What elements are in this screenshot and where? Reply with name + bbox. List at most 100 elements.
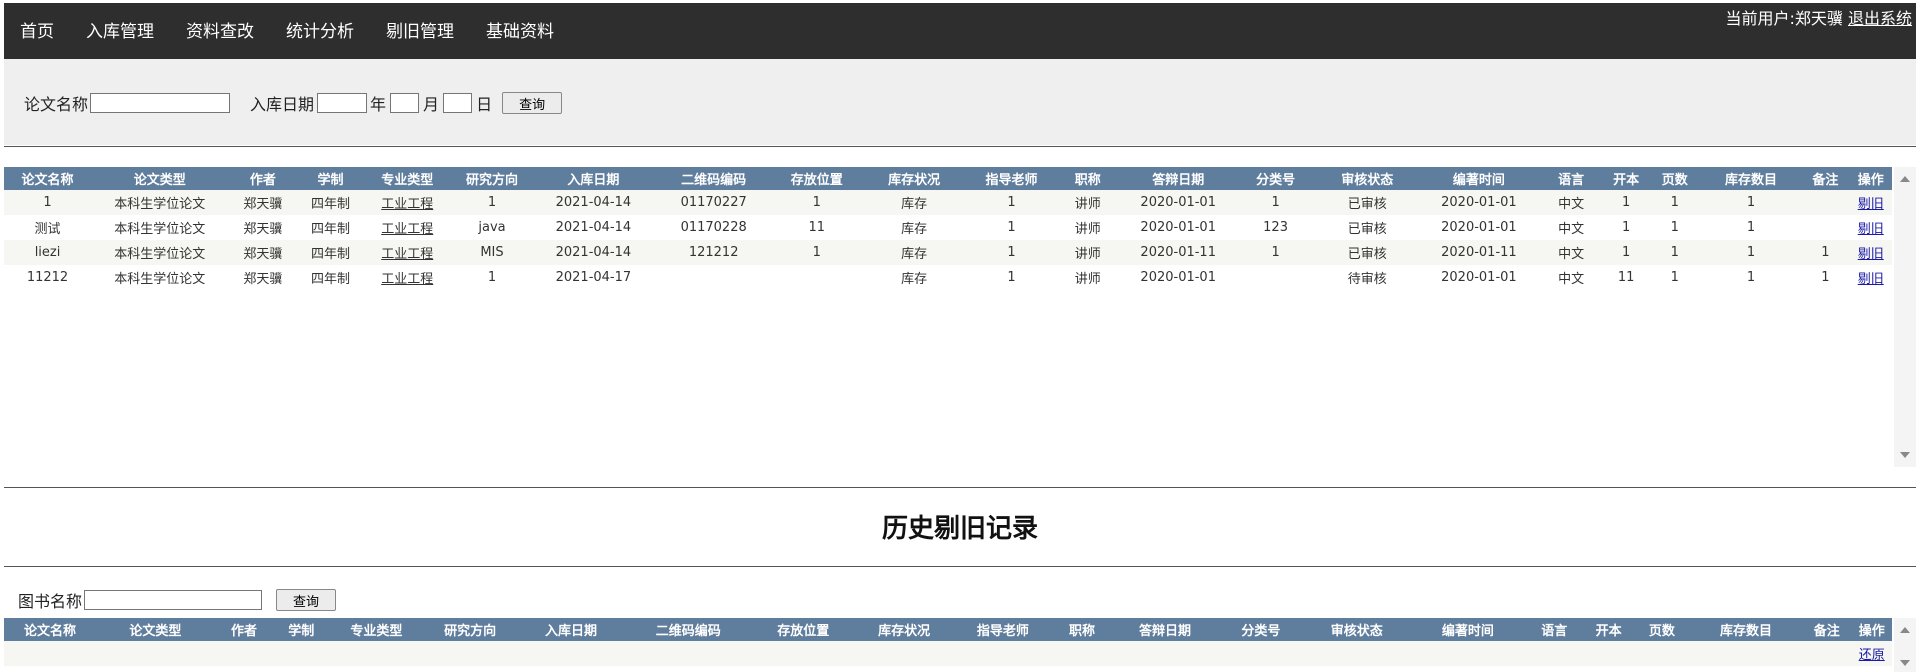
- scroll-up-icon[interactable]: [1900, 627, 1910, 633]
- table-cell: 1: [4, 190, 92, 215]
- query-button[interactable]: 查询: [502, 92, 563, 114]
- table-cell: 01170227: [653, 190, 774, 215]
- cell-text: 2020-01-01: [1140, 220, 1216, 235]
- column-header: 语言: [1539, 167, 1604, 190]
- table-cell: 郑天骥: [228, 215, 298, 240]
- nav-item-0[interactable]: 首页: [20, 17, 54, 42]
- history-scrollbar[interactable]: [1894, 618, 1916, 672]
- book-name-label: 图书名称: [18, 592, 83, 611]
- column-header: 答辩日期: [1120, 167, 1236, 190]
- year-input[interactable]: [317, 93, 368, 113]
- cell-text: 已审核: [1347, 222, 1387, 237]
- cell-text: 中文: [1558, 222, 1585, 237]
- table-cell: 1: [450, 190, 534, 215]
- table-cell: 1: [1235, 240, 1316, 265]
- column-header: 专业类型: [329, 618, 424, 641]
- table-cell: 2021-04-14: [533, 190, 654, 215]
- nav-item-3[interactable]: 统计分析: [286, 17, 354, 42]
- major-link[interactable]: 工业工程: [381, 247, 433, 262]
- table-cell: 2020-01-01: [1418, 215, 1540, 240]
- table-cell: 1: [1649, 215, 1701, 240]
- cell-text: 库存: [901, 272, 928, 287]
- table-cell: [1235, 265, 1316, 290]
- scroll-up-icon[interactable]: [1900, 176, 1910, 182]
- cell-text: 01170228: [680, 220, 747, 235]
- book-name-input[interactable]: [84, 590, 263, 610]
- top-nav-bar: 首页 入库管理 资料查改 统计分析 剔旧管理 基础资料 当前用户:郑天骥 退出系统: [4, 3, 1916, 59]
- table-cell: 测试: [4, 215, 92, 240]
- table-cell: 1: [1801, 240, 1850, 265]
- table-scrollbar[interactable]: [1894, 167, 1916, 467]
- table-cell: 2020-01-01: [1120, 215, 1236, 240]
- nav-item-2[interactable]: 资料查改: [186, 17, 254, 42]
- table-cell: [1689, 641, 1803, 666]
- cell-text: 郑天骥: [243, 222, 283, 237]
- cell-text: 1: [1670, 245, 1679, 260]
- table-cell: 本科生学位论文: [91, 240, 229, 265]
- logout-link[interactable]: 退出系统: [1848, 9, 1912, 28]
- cell-text: 中文: [1558, 197, 1585, 212]
- column-header: 专业类型: [363, 167, 451, 190]
- table-cell: 2021-04-14: [533, 240, 654, 265]
- column-header: 备注: [1801, 167, 1850, 190]
- day-input[interactable]: [443, 93, 473, 113]
- column-header: 研究方向: [450, 167, 534, 190]
- column-header: 编著时间: [1410, 618, 1526, 641]
- table-cell: 1: [1700, 265, 1802, 290]
- major-link[interactable]: 工业工程: [381, 272, 433, 287]
- column-header: 论文名称: [4, 167, 92, 190]
- nav-item-5[interactable]: 基础资料: [486, 17, 554, 42]
- major-link[interactable]: 工业工程: [381, 197, 433, 212]
- user-info: 当前用户:郑天骥 退出系统: [1725, 5, 1912, 29]
- table-cell: 2020-01-11: [1120, 240, 1236, 265]
- column-header: 作者: [228, 167, 298, 190]
- table-cell: [1218, 641, 1303, 666]
- column-header: 页数: [1649, 167, 1701, 190]
- table-cell: [855, 641, 953, 666]
- cell-text: 郑天骥: [243, 272, 283, 287]
- cell-text: 2020-01-11: [1441, 245, 1517, 260]
- cell-text: 2021-04-17: [555, 270, 632, 285]
- discard-link[interactable]: 剔旧: [1858, 247, 1884, 262]
- divider: [4, 566, 1916, 567]
- column-header: 操作: [1851, 618, 1892, 641]
- cell-text: 四年制: [310, 197, 350, 212]
- table-cell: 121212: [653, 240, 774, 265]
- table-cell: 剔旧: [1849, 240, 1892, 265]
- discard-link[interactable]: 剔旧: [1858, 222, 1884, 237]
- cell-text: 1: [1746, 220, 1756, 235]
- cell-text: 1: [1271, 245, 1280, 260]
- history-query-button[interactable]: 查询: [276, 589, 337, 611]
- restore-link[interactable]: 还原: [1859, 648, 1885, 663]
- nav-item-4[interactable]: 剔旧管理: [386, 17, 454, 42]
- cell-text: 库存: [901, 197, 928, 212]
- column-header: 论文名称: [4, 618, 96, 641]
- table-cell: 库存: [859, 215, 969, 240]
- table-cell: 1: [1603, 215, 1649, 240]
- table-cell: 2021-04-17: [533, 265, 654, 290]
- table-cell: 1: [968, 215, 1055, 240]
- table-cell: 本科生学位论文: [91, 215, 229, 240]
- history-header-row: 论文名称 论文类型 作者 学制 专业类型 研究方向 入库日期 二维码编码 存放位置 库存状况 指导老…: [4, 618, 1892, 641]
- cell-text: 四年制: [310, 247, 350, 262]
- month-input[interactable]: [390, 93, 420, 113]
- table-cell: 四年制: [297, 215, 364, 240]
- scroll-down-icon[interactable]: [1900, 452, 1910, 458]
- cell-text: 已审核: [1347, 247, 1387, 262]
- cell-text: 1: [812, 195, 821, 210]
- cell-text: 2020-01-01: [1441, 270, 1517, 285]
- cell-text: 2020-01-01: [1441, 220, 1517, 235]
- scroll-down-icon[interactable]: [1900, 660, 1910, 666]
- discard-link[interactable]: 剔旧: [1858, 272, 1884, 287]
- column-header: 开本: [1603, 167, 1649, 190]
- thesis-name-input[interactable]: [90, 93, 231, 113]
- cell-text: 讲师: [1074, 247, 1101, 262]
- year-label: 年: [370, 95, 387, 114]
- discard-link[interactable]: 剔旧: [1858, 197, 1884, 212]
- history-search-form: 图书名称 查询: [18, 588, 337, 612]
- nav-item-1[interactable]: 入库管理: [86, 17, 154, 42]
- table-cell: 1: [968, 240, 1055, 265]
- major-link[interactable]: 工业工程: [381, 222, 433, 237]
- cell-text: 1: [43, 195, 52, 210]
- table-cell: [1802, 641, 1852, 666]
